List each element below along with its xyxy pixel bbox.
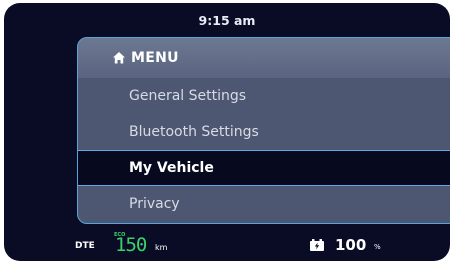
menu-title: MENU [131,50,179,66]
menu-item-general-settings[interactable]: General Settings [78,78,450,114]
battery-unit: % [374,243,381,251]
battery-percent: 100 [335,236,367,254]
menu-item-my-vehicle[interactable]: My Vehicle [78,150,450,186]
range-value: 150 [115,234,147,256]
home-icon [113,52,125,64]
range-unit: km [155,243,168,252]
clock: 9:15 am [198,13,256,28]
menu-item-bluetooth-settings[interactable]: Bluetooth Settings [78,114,450,150]
menu-header: MENU [78,38,450,78]
menu-item-privacy[interactable]: Privacy [78,186,450,222]
display-screen: 9:15 am MENU General Settings Bluetooth … [4,3,450,261]
menu-panel: MENU General Settings Bluetooth Settings… [77,37,450,224]
battery-icon [310,239,324,251]
dte-label: DTE [75,241,95,251]
status-bar: DTE ECO 150 km 100 % [4,231,450,261]
